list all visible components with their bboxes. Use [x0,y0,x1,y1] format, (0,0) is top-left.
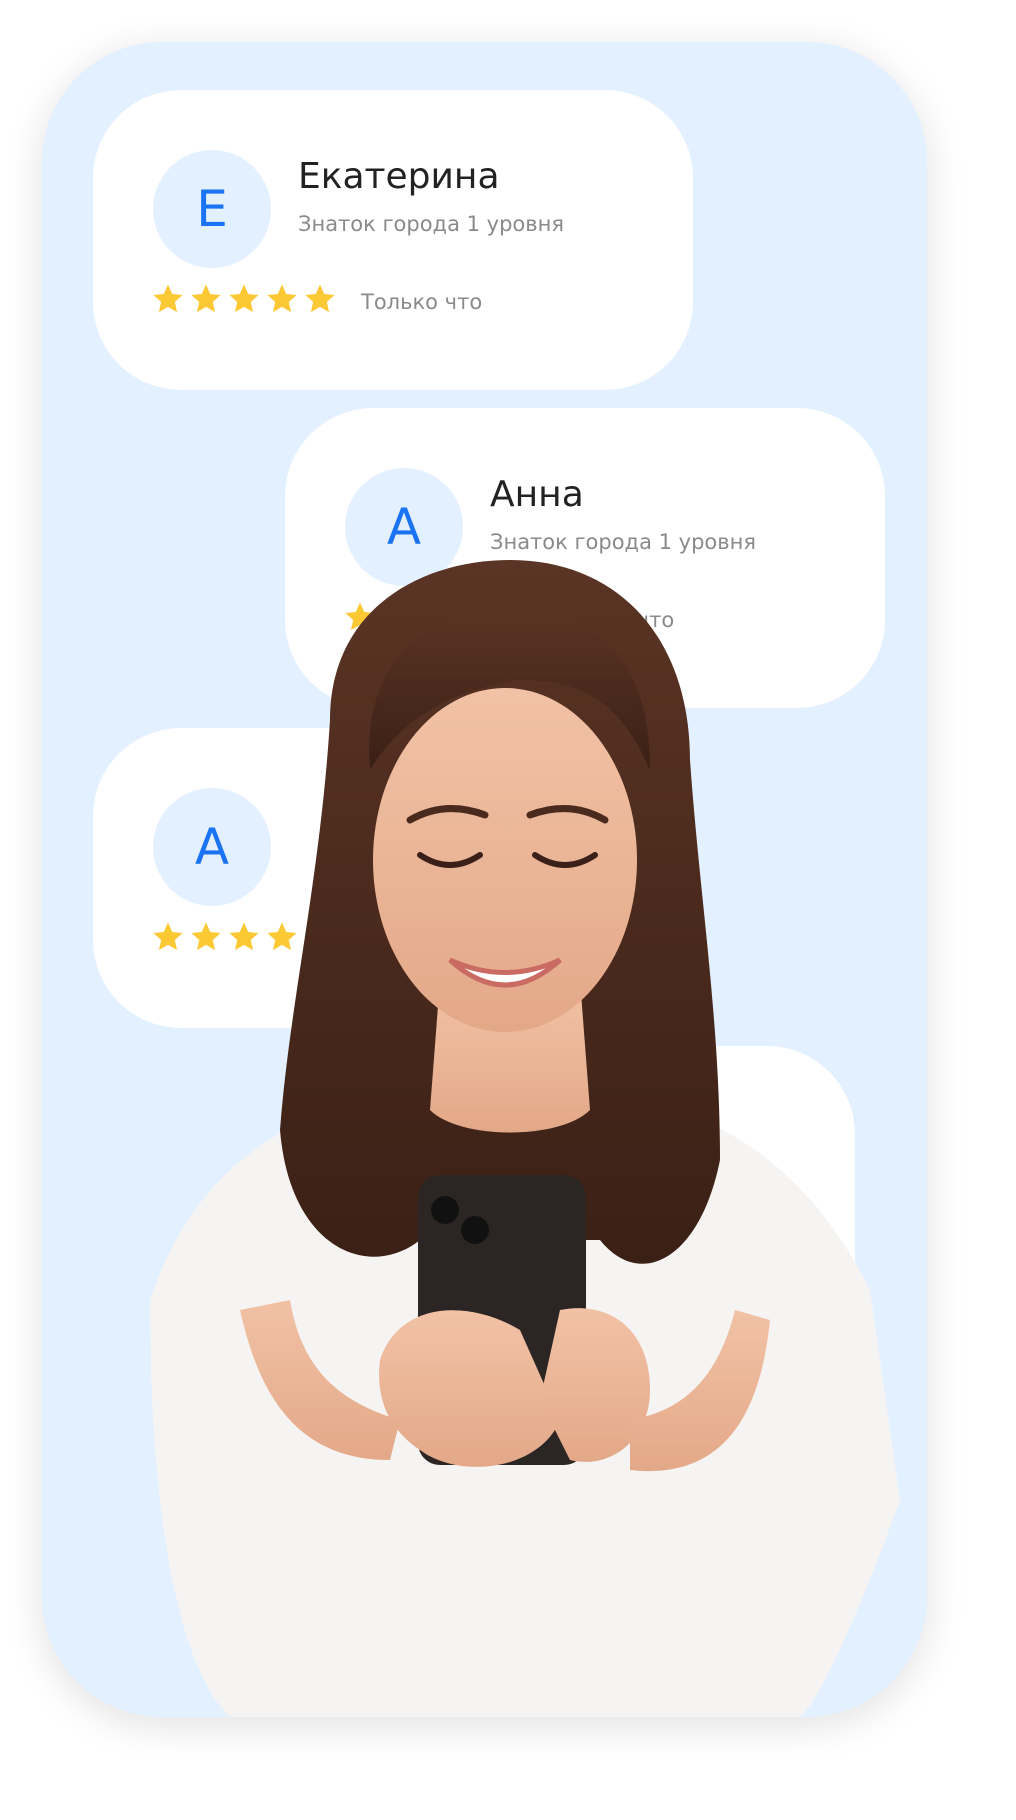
star-icon [267,284,297,313]
star-icon [191,922,221,951]
page-stage: Е Екатерина Знаток города 1 уровня Тольк… [0,0,1016,1820]
star-icon [229,284,259,313]
reviewer-level: Знаток города 1 уровня [490,530,757,554]
star-icon [383,602,413,631]
rating-stars [151,282,337,316]
review-time: Только что [361,290,483,314]
star-icon [153,922,183,951]
review-card-third: А [93,728,693,1028]
avatar: А [345,468,463,586]
avatar: А [153,788,271,906]
avatar: Е [153,150,271,268]
review-card-fourth [285,1046,855,1346]
rating-stars [151,920,337,954]
star-icon [345,602,375,631]
star-icon [305,284,335,313]
star-icon [305,922,335,951]
rating-stars [343,600,529,634]
star-icon [497,602,527,631]
reviewer-level: Знаток города 1 уровня [298,212,565,236]
star-icon [153,284,183,313]
reviewer-name: Екатерина [298,156,500,197]
review-card-ekaterina: Е Екатерина Знаток города 1 уровня Тольк… [93,90,693,390]
review-time: Только что [553,608,675,632]
star-icon [191,284,221,313]
star-icon [229,922,259,951]
star-icon [267,922,297,951]
reviewer-name: Анна [490,474,584,515]
star-icon [459,602,489,631]
star-icon [421,602,451,631]
review-card-anna: А Анна Знаток города 1 уровня Только что [285,408,885,708]
